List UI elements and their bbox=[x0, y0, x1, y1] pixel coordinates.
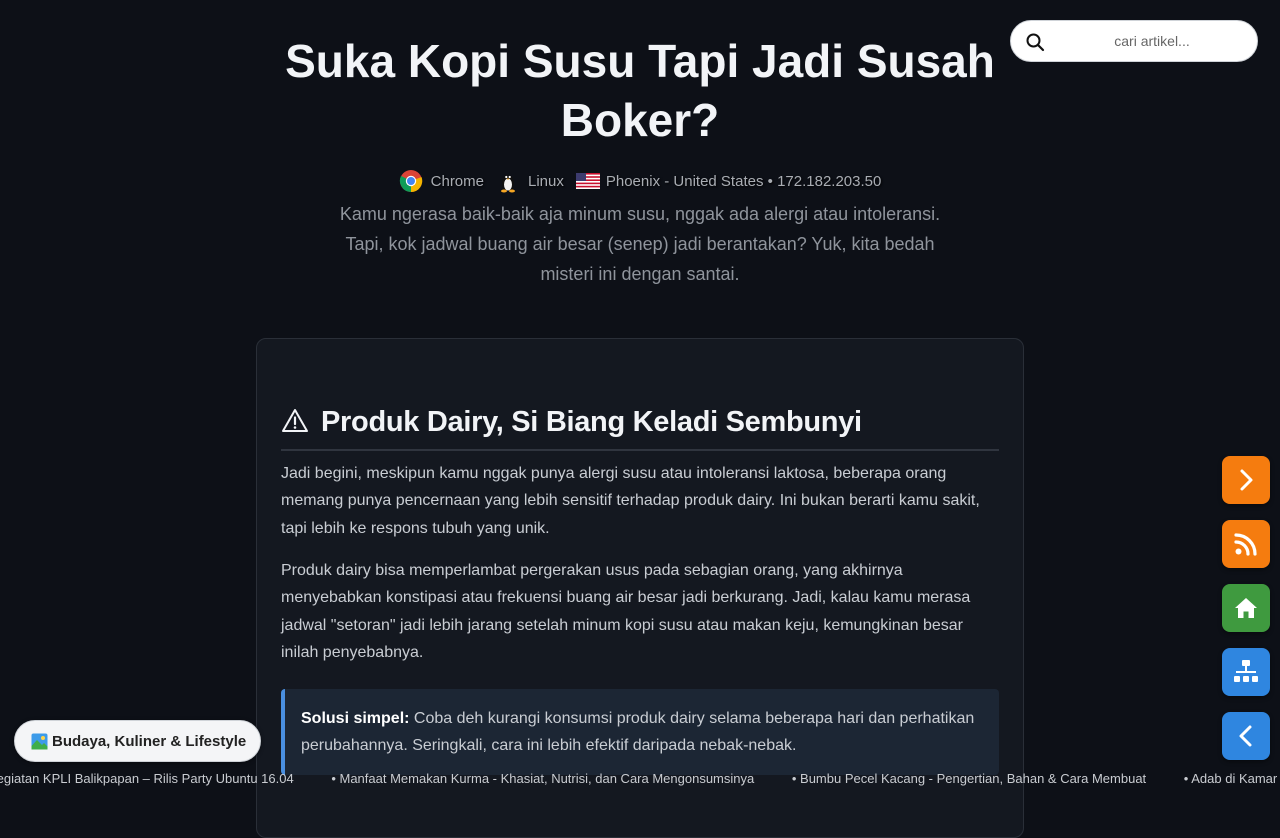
search-icon bbox=[1026, 33, 1045, 52]
chrome-icon bbox=[399, 170, 422, 193]
search-box[interactable] bbox=[1010, 20, 1258, 62]
picture-icon bbox=[31, 733, 48, 749]
previous-article-button[interactable] bbox=[1222, 712, 1270, 760]
article-title: Suka Kopi Susu Tapi Jadi Susah Boker? bbox=[285, 35, 995, 146]
home-icon bbox=[1235, 598, 1257, 618]
chevron-right-icon bbox=[1240, 469, 1253, 491]
tip-callout: Solusi simpel: Coba deh kurangi konsumsi… bbox=[281, 689, 999, 775]
sitemap-icon bbox=[1234, 660, 1258, 682]
ticker-item[interactable]: • Bumbu Pecel Kacang - Pengertian, Bahan… bbox=[792, 771, 1146, 786]
ticker-item[interactable]: Kegiatan KPLI Balikpapan – Rilis Party U… bbox=[0, 771, 294, 786]
us-flag-icon bbox=[575, 173, 600, 189]
location: Phoenix - United States bbox=[605, 172, 764, 190]
warning-icon bbox=[282, 409, 308, 432]
article-lead: Kamu ngerasa baik-baik aja minum susu, n… bbox=[339, 204, 941, 284]
linux-tux-icon bbox=[501, 175, 515, 193]
paragraph-1: Jadi begini, meskipun kamu nggak punya a… bbox=[281, 465, 980, 537]
section-heading-text: Produk Dairy, Si Biang Keladi Sembunyi bbox=[321, 406, 862, 438]
ticker-item[interactable]: • Manfaat Memakan Kurma - Khasiat, Nutri… bbox=[331, 771, 754, 786]
search-input[interactable] bbox=[1057, 21, 1247, 61]
browser-name: Chrome bbox=[430, 172, 484, 190]
paragraph-2: Produk dairy bisa memperlambat pergeraka… bbox=[281, 562, 971, 661]
meta-separator: • bbox=[767, 172, 773, 190]
os-name: Linux bbox=[528, 172, 564, 190]
next-article-button[interactable] bbox=[1222, 456, 1270, 504]
ticker-item[interactable]: • Adab di Kamar Mandi bbox=[1184, 771, 1280, 786]
chevron-left-icon bbox=[1239, 725, 1252, 747]
sitemap-button[interactable] bbox=[1222, 648, 1270, 696]
category-label: Budaya, Kuliner & Lifestyle bbox=[52, 732, 247, 750]
article-card: Produk Dairy, Si Biang Keladi Sembunyi J… bbox=[256, 338, 1024, 838]
home-button[interactable] bbox=[1222, 584, 1270, 632]
ip-address: 172.182.203.50 bbox=[777, 172, 882, 190]
rss-feed-button[interactable] bbox=[1222, 520, 1270, 568]
news-ticker: Kegiatan KPLI Balikpapan – Rilis Party U… bbox=[0, 770, 1280, 790]
rss-icon bbox=[1234, 533, 1257, 556]
ticker-track: Kegiatan KPLI Balikpapan – Rilis Party U… bbox=[0, 771, 1280, 786]
visitor-meta: Chrome Linux Phoenix - United States • 1… bbox=[0, 168, 1280, 194]
callout-label: Solusi simpel: bbox=[301, 710, 410, 727]
category-badge[interactable]: Budaya, Kuliner & Lifestyle bbox=[14, 720, 262, 762]
section-heading: Produk Dairy, Si Biang Keladi Sembunyi bbox=[281, 401, 999, 451]
